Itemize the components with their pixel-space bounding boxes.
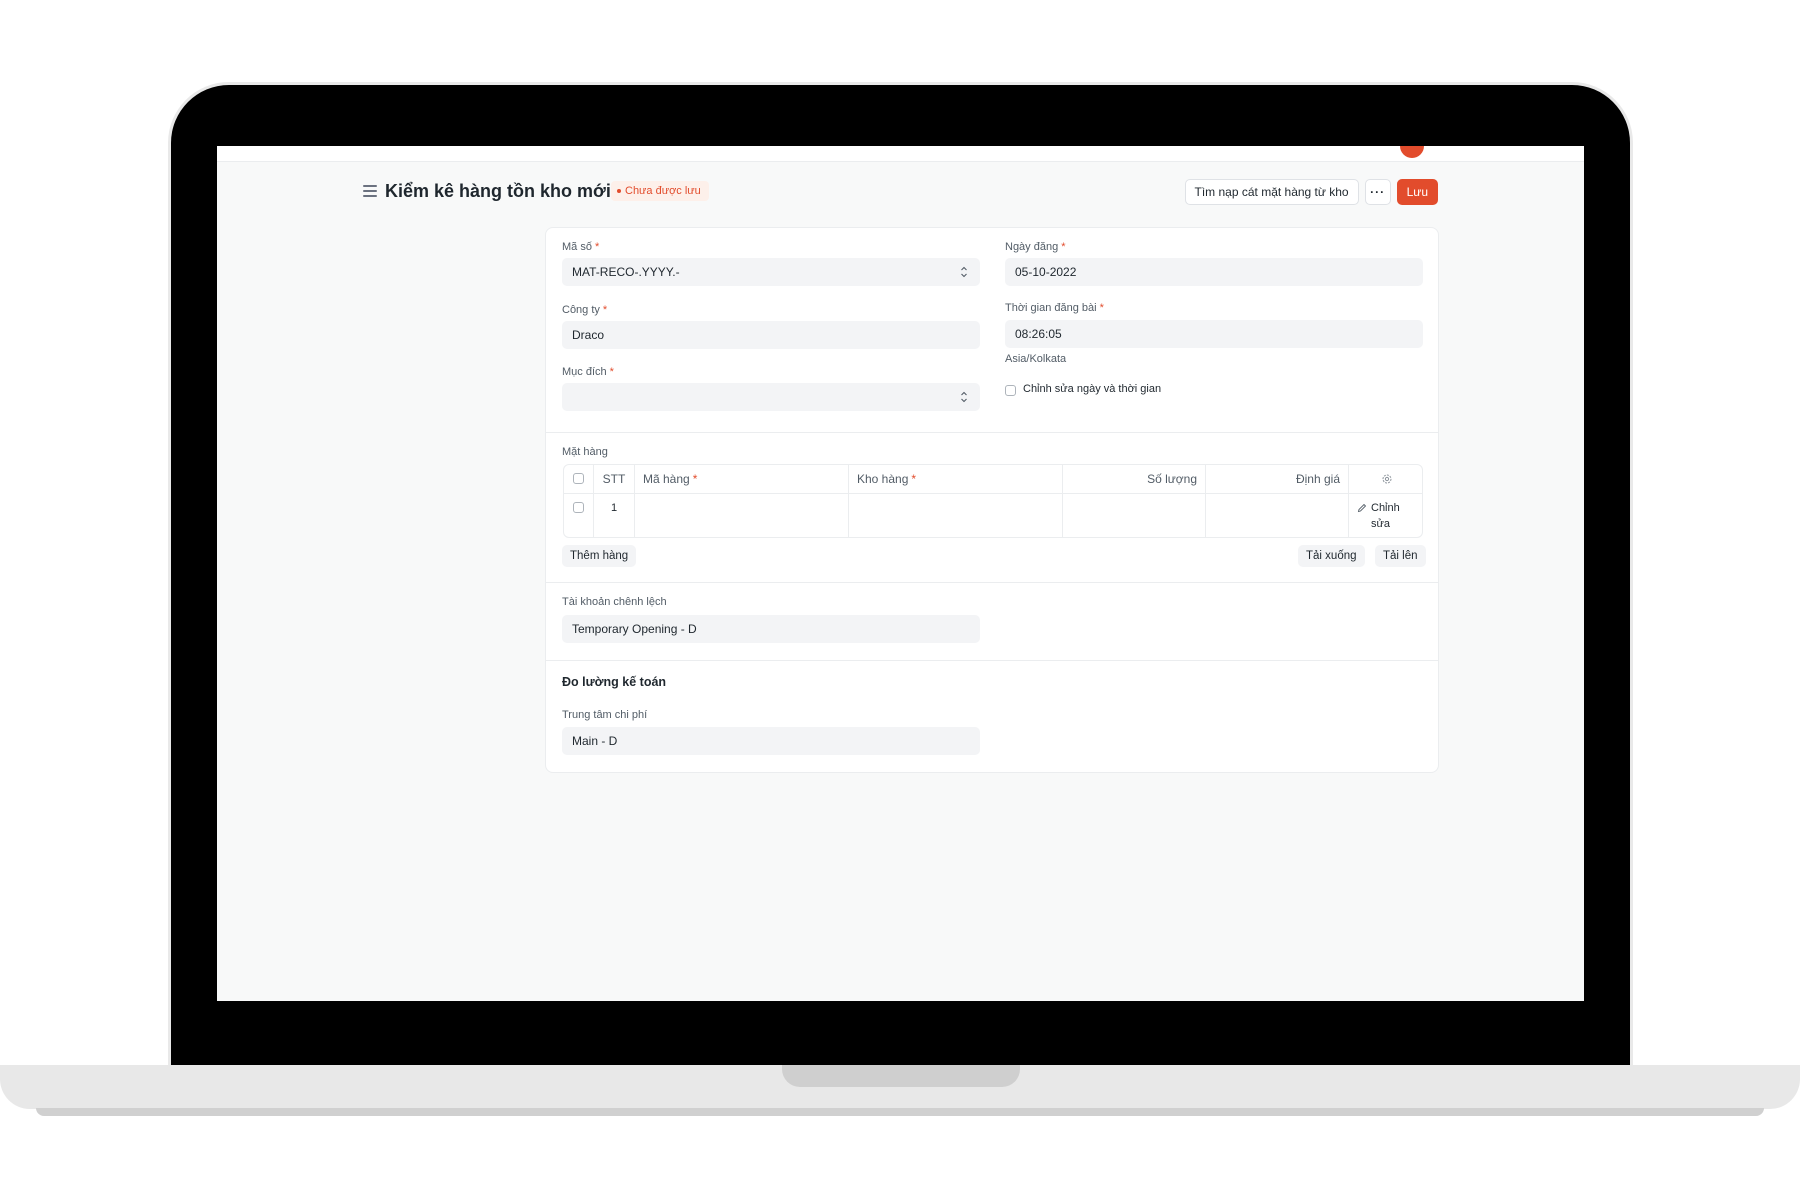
form-card: Mã số * MAT-RECO-.YYYY.- Ngày đăng * 05-10… <box>545 227 1439 773</box>
more-actions-button[interactable]: ··· <box>1364 179 1391 205</box>
edit-datetime-label: Chỉnh sửa ngày và thời gian <box>1023 383 1162 395</box>
hamburger-menu-icon[interactable] <box>363 185 377 197</box>
pencil-icon <box>1357 503 1367 513</box>
column-header-item-code: Mã hàng * <box>635 465 849 493</box>
difference-account-label: Tài khoản chênh lệch <box>562 596 667 608</box>
row-edit-cell[interactable]: Chỉnh sửa <box>1349 494 1422 537</box>
row-edit-link[interactable]: Chỉnh sửa <box>1357 494 1416 532</box>
status-badge: Chưa được lưu <box>611 181 709 201</box>
row-item-code-cell[interactable] <box>635 494 849 537</box>
save-button[interactable]: Lưu <box>1396 179 1438 205</box>
app-screen: Kiểm kê hàng tồn kho mới Chưa được lưu T… <box>217 146 1584 1001</box>
items-table: STT Mã hàng * Kho hàng * Số lượng Định giá… <box>563 464 1423 538</box>
row-select-cell <box>564 494 594 537</box>
select-arrows-icon <box>961 266 967 278</box>
select-all-checkbox[interactable] <box>573 473 584 484</box>
download-button[interactable]: Tải xuống <box>1298 545 1365 567</box>
company-input[interactable]: Draco <box>562 321 980 349</box>
accounting-dimensions-title: Đo lường kế toán <box>562 675 667 689</box>
select-all-cell <box>564 465 594 493</box>
gear-icon[interactable] <box>1381 473 1393 485</box>
row-qty-cell[interactable] <box>1063 494 1206 537</box>
series-label: Mã số * <box>562 241 600 253</box>
row-valuation-cell[interactable] <box>1206 494 1349 537</box>
row-warehouse-cell[interactable] <box>849 494 1063 537</box>
posting-date-label: Ngày đăng * <box>1005 241 1066 253</box>
posting-date-input[interactable]: 05-10-2022 <box>1005 258 1423 286</box>
purpose-select[interactable] <box>562 383 980 411</box>
table-header-row: STT Mã hàng * Kho hàng * Số lượng Định giá <box>564 465 1422 494</box>
series-select[interactable]: MAT-RECO-.YYYY.- <box>562 258 980 286</box>
cost-center-input[interactable]: Main - D <box>562 727 980 755</box>
add-row-button[interactable]: Thêm hàng <box>562 545 637 567</box>
table-row[interactable]: 1 Chỉnh sửa <box>564 494 1422 537</box>
row-checkbox[interactable] <box>573 502 584 513</box>
row-no-cell: 1 <box>594 494 635 537</box>
fetch-items-button[interactable]: Tìm nạp cát mặt hàng từ kho <box>1184 179 1359 205</box>
section-items: Mặt hàng STT Mã hàng * Kho hàng * Số lượng… <box>546 433 1438 583</box>
column-header-valuation: Định giá <box>1206 465 1349 493</box>
header-actions: Tìm nạp cát mặt hàng từ kho ··· Lưu <box>1184 179 1438 205</box>
posting-time-input[interactable]: 08:26:05 <box>1005 320 1423 348</box>
laptop-notch <box>782 1065 1020 1087</box>
purpose-label: Mục đích * <box>562 366 614 378</box>
column-header-warehouse: Kho hàng * <box>849 465 1063 493</box>
timezone-hint: Asia/Kolkata <box>1005 353 1067 365</box>
top-navbar <box>217 146 1584 162</box>
upload-button[interactable]: Tải lên <box>1375 545 1426 567</box>
section-accounting-dimensions: Đo lường kế toán Trung tâm chi phí Main … <box>546 661 1438 774</box>
column-header-qty: Số lượng <box>1063 465 1206 493</box>
items-label: Mặt hàng <box>562 446 608 458</box>
page-title: Kiểm kê hàng tồn kho mới <box>385 181 611 201</box>
user-avatar[interactable] <box>1400 146 1424 158</box>
company-label: Công ty * <box>562 304 608 316</box>
select-arrows-icon <box>961 391 967 403</box>
section-difference-account: Tài khoản chênh lệch Temporary Opening -… <box>546 583 1438 661</box>
difference-account-input[interactable]: Temporary Opening - D <box>562 615 980 643</box>
posting-time-label: Thời gian đăng bài * <box>1005 302 1104 314</box>
page-header: Kiểm kê hàng tồn kho mới Chưa được lưu T… <box>363 179 1438 207</box>
edit-datetime-checkbox[interactable] <box>1005 385 1016 396</box>
laptop-base-shadow <box>36 1108 1764 1116</box>
column-header-no: STT <box>594 465 635 493</box>
column-settings-cell[interactable] <box>1349 465 1422 493</box>
cost-center-label: Trung tâm chi phí <box>562 709 648 721</box>
section-basic: Mã số * MAT-RECO-.YYYY.- Ngày đăng * 05-10… <box>546 228 1438 433</box>
